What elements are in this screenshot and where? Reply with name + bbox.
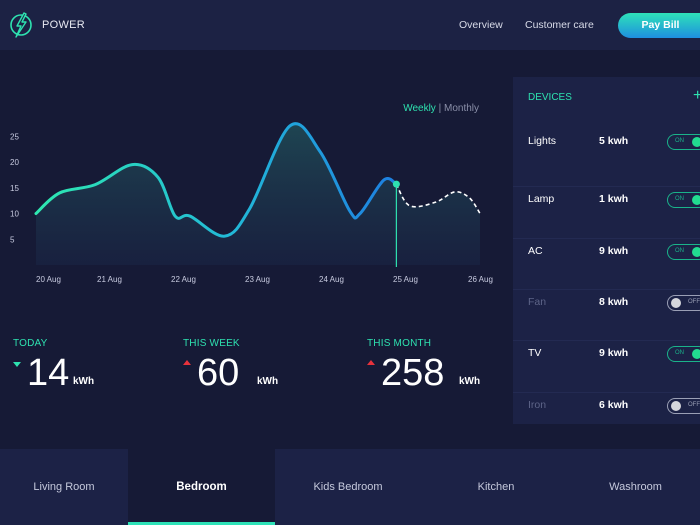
x-tick-label: 23 Aug [245, 275, 270, 284]
tab-kitchen[interactable]: Kitchen [421, 449, 571, 525]
device-row-lamp: Lamp 1 kwh ON [513, 186, 700, 237]
toggle-knob [692, 137, 700, 147]
stat-unit: kWh [257, 376, 279, 387]
stat-value: 14 [27, 352, 70, 394]
toggle-state: ON [675, 350, 684, 357]
tab-bedroom[interactable]: Bedroom [128, 449, 275, 525]
device-name: Fan [528, 295, 547, 308]
device-row-tv: TV 9 kwh ON [513, 340, 700, 391]
stat-today: TODAY 14 kWh [13, 338, 94, 394]
device-toggle[interactable]: OFF [667, 294, 700, 311]
device-usage: 9 kwh [599, 244, 629, 257]
toggle-state: ON [675, 138, 684, 144]
y-tick-label: 10 [10, 210, 19, 219]
device-name: Iron [528, 398, 547, 411]
current-marker-dot [392, 180, 400, 188]
device-name: TV [528, 347, 542, 360]
lightning-logo-icon [10, 12, 32, 38]
toggle-knob [671, 297, 681, 308]
toggle-knob [671, 400, 681, 411]
device-row-lights: Lights 5 kwh ON [513, 134, 700, 186]
device-usage: 8 kwh [599, 295, 629, 308]
stat-label: TODAY [13, 338, 48, 349]
room-tabs: Living Room Bedroom Kids Bedroom Kitchen Was… [0, 449, 700, 525]
toggle-state: OFF [688, 401, 700, 408]
stat-label: THIS MONTH [367, 338, 432, 349]
brand-name: POWER [42, 19, 86, 31]
x-tick-label: 25 Aug [393, 275, 418, 284]
device-toggle[interactable]: ON [667, 346, 700, 363]
device-name: Lamp [528, 193, 555, 206]
device-row-fan: Fan 8 kwh OFF [513, 288, 700, 340]
y-tick-label: 15 [10, 184, 19, 193]
device-usage: 1 kwh [599, 193, 629, 206]
y-tick-label: 20 [10, 158, 19, 167]
stat-this-week: THIS WEEK 60 kWh [183, 338, 278, 394]
stat-unit: kWh [73, 376, 95, 387]
device-row-iron: Iron 6 kwh OFF [513, 391, 700, 443]
toggle-knob [692, 246, 700, 257]
device-toggle[interactable]: ON [667, 243, 700, 260]
tab-kids-bedroom[interactable]: Kids Bedroom [275, 449, 421, 525]
stat-this-month: THIS MONTH 258 kWh [367, 338, 480, 394]
device-usage: 9 kwh [599, 347, 629, 360]
stat-value: 60 [197, 352, 240, 394]
device-row-ac: AC 9 kwh ON [513, 237, 700, 289]
top-header: POWER Overview Customer care Pay Bill [0, 0, 700, 50]
toggle-state: OFF [688, 298, 700, 305]
device-name: AC [528, 244, 543, 257]
toggle-knob [692, 195, 700, 206]
device-toggle[interactable]: ON [667, 134, 700, 150]
x-tick-label: 22 Aug [171, 275, 196, 284]
stat-unit: kWh [459, 376, 481, 387]
trend-up-icon [183, 360, 191, 365]
nav-overview[interactable]: Overview [459, 19, 503, 31]
x-tick-label: 20 Aug [36, 275, 61, 284]
device-name: Lights [528, 135, 557, 147]
toggle-state: ON [675, 196, 684, 203]
y-tick-label: 25 [10, 132, 19, 141]
device-usage: 5 kwh [599, 135, 629, 147]
trend-down-icon [13, 362, 21, 367]
trend-up-icon [367, 360, 375, 365]
usage-chart: 5 10 15 20 25 20 Aug 21 Aug 22 Aug 23 Aug 24 Aug 2… [10, 122, 493, 284]
device-toggle[interactable]: ON [667, 192, 700, 209]
stat-label: THIS WEEK [183, 338, 240, 349]
x-tick-label: 21 Aug [97, 275, 122, 284]
x-tick-label: 26 Aug [468, 275, 493, 284]
pay-bill-button[interactable]: Pay Bill [618, 13, 700, 38]
tab-washroom[interactable]: Washroom [571, 449, 700, 525]
x-tick-label: 24 Aug [319, 275, 344, 284]
y-tick-label: 5 [10, 235, 15, 244]
add-device-button[interactable]: + [693, 87, 700, 105]
device-usage: 6 kwh [599, 398, 629, 411]
devices-title: DEVICES [528, 92, 572, 103]
nav-customer-care[interactable]: Customer care [525, 19, 594, 31]
devices-panel: DEVICES + Lights 5 kwh ON Lamp 1 kwh ON AC… [513, 77, 700, 424]
toggle-knob [692, 349, 700, 360]
device-toggle[interactable]: OFF [667, 397, 700, 414]
stat-value: 258 [381, 352, 445, 394]
toggle-state: ON [675, 247, 684, 254]
tab-living-room[interactable]: Living Room [0, 449, 128, 525]
